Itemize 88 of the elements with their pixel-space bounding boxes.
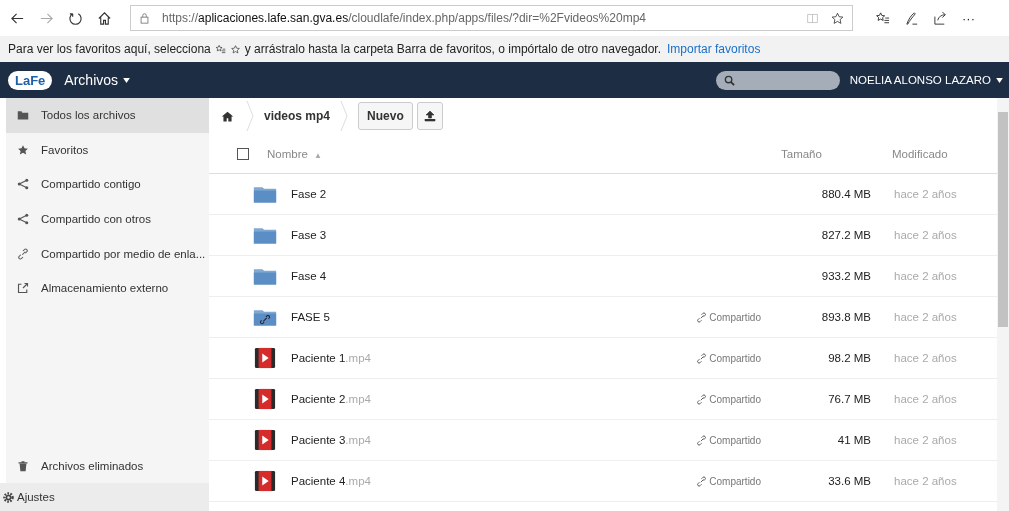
file-name[interactable]: Paciente 4.mp4	[291, 475, 671, 487]
caret-icon	[123, 77, 131, 83]
file-size: 933.2 MB	[820, 270, 871, 282]
scrollbar[interactable]	[997, 98, 1009, 511]
breadcrumb-separator	[340, 101, 349, 131]
modified-date: hace 2 años	[893, 352, 958, 364]
column-header[interactable]: Modificado	[871, 147, 997, 160]
file-size: 41 MB	[836, 434, 871, 446]
file-size: 880.4 MB	[820, 188, 871, 200]
select-all-checkbox[interactable]	[237, 147, 249, 160]
modified-date: hace 2 años	[893, 434, 958, 446]
import-favorites-link[interactable]: Importar favoritos	[667, 42, 761, 56]
file-name[interactable]: FASE 5	[291, 311, 671, 323]
sidebar-item[interactable]: Almacenamiento externo	[6, 270, 209, 306]
file-name[interactable]: Paciente 1.mp4	[291, 352, 671, 364]
column-header[interactable]: Nombre	[267, 147, 308, 160]
search-field[interactable]	[715, 70, 840, 90]
breadcrumb-separator	[246, 101, 254, 131]
trash-icon	[17, 459, 29, 472]
share-icon	[17, 178, 29, 191]
gear-icon	[2, 490, 15, 504]
search-icon	[723, 74, 735, 86]
sidebar-item[interactable]: Compartido con otros	[6, 201, 209, 237]
share-icon	[17, 213, 29, 226]
favorites-hint: y arrástralo hasta la carpeta Barra de favoritos, o impórtalo de otro navegador.	[244, 42, 661, 56]
link-icon	[696, 393, 708, 405]
video-file-icon	[253, 347, 277, 369]
app-menu[interactable]: Archivos	[64, 72, 131, 88]
sidebar-item[interactable]: Favoritos	[6, 132, 209, 168]
modified-date: hace 2 años	[893, 393, 958, 405]
file-size: 893.8 MB	[820, 311, 871, 323]
sort-indicator: ▲	[314, 150, 323, 160]
modified-date: hace 2 años	[893, 311, 958, 323]
modified-date: hace 2 años	[893, 188, 958, 200]
file-size: 76.7 MB	[827, 393, 871, 405]
external-link-icon	[17, 282, 29, 295]
link-icon	[696, 434, 708, 446]
shared-link[interactable]: Compartido	[696, 311, 761, 323]
home-icon[interactable]	[97, 10, 112, 26]
file-name[interactable]: Paciente 2.mp4	[291, 393, 671, 405]
link-icon	[696, 352, 708, 364]
home-icon[interactable]	[221, 109, 234, 123]
link-icon	[17, 247, 29, 260]
sidebar-item[interactable]: Compartido por medio de enla...	[6, 236, 209, 271]
file-name[interactable]: Fase 4	[291, 270, 671, 282]
trash-item[interactable]: Archivos eliminados	[6, 448, 209, 483]
address-bar[interactable]: https://aplicaciones.lafe.san.gva.es/cloudlafe/index.php/apps/files/?dir=%2Fvideos%20mp4	[130, 5, 853, 31]
lock-icon	[139, 12, 150, 24]
sidebar-item[interactable]: Compartido contigo	[6, 167, 209, 202]
video-file-icon	[253, 388, 277, 410]
more-button[interactable]: ···	[962, 10, 975, 26]
shared-link[interactable]: Compartido	[696, 434, 761, 446]
modified-date: hace 2 años	[893, 475, 958, 487]
new-button[interactable]: Nuevo	[358, 102, 413, 130]
star-icon	[17, 143, 29, 156]
favorites-icon	[214, 43, 226, 55]
share-icon[interactable]	[933, 10, 948, 26]
file-name[interactable]: Paciente 3.mp4	[291, 434, 671, 446]
file-name[interactable]: Fase 3	[291, 229, 671, 241]
user-menu[interactable]: NOELIA ALONSO LAZARO	[849, 74, 1003, 86]
shared-link[interactable]: Compartido	[696, 352, 761, 364]
logo[interactable]: LaFe	[8, 70, 53, 90]
settings-item[interactable]: Ajustes	[0, 483, 209, 511]
star-icon[interactable]	[831, 11, 844, 25]
refresh-icon[interactable]	[68, 10, 83, 26]
shared-link[interactable]: Compartido	[696, 475, 761, 487]
file-size: 827.2 MB	[820, 229, 871, 241]
favorites-icon[interactable]	[875, 10, 890, 26]
video-file-icon	[253, 429, 277, 451]
sidebar-item[interactable]: Todos los archivos	[6, 98, 209, 133]
star-icon	[229, 43, 241, 55]
file-size: 33.6 MB	[827, 475, 871, 487]
upload-icon	[423, 110, 436, 122]
upload-button[interactable]	[416, 102, 443, 130]
favorites-hint: Para ver los favoritos aquí, selecciona	[8, 42, 211, 56]
modified-date: hace 2 años	[893, 229, 958, 241]
video-file-icon	[253, 470, 277, 492]
pen-icon[interactable]	[904, 10, 919, 26]
breadcrumb-item[interactable]: videos mp4	[264, 109, 331, 123]
caret-icon	[996, 77, 1003, 83]
shared-link[interactable]: Compartido	[696, 393, 761, 405]
link-icon	[696, 475, 708, 487]
file-name[interactable]: Fase 2	[291, 188, 671, 200]
modified-date: hace 2 años	[893, 270, 958, 282]
folder-icon	[17, 109, 29, 122]
link-icon	[696, 311, 708, 323]
file-size: 98.2 MB	[827, 352, 871, 364]
column-header[interactable]: Tamaño	[781, 147, 871, 160]
